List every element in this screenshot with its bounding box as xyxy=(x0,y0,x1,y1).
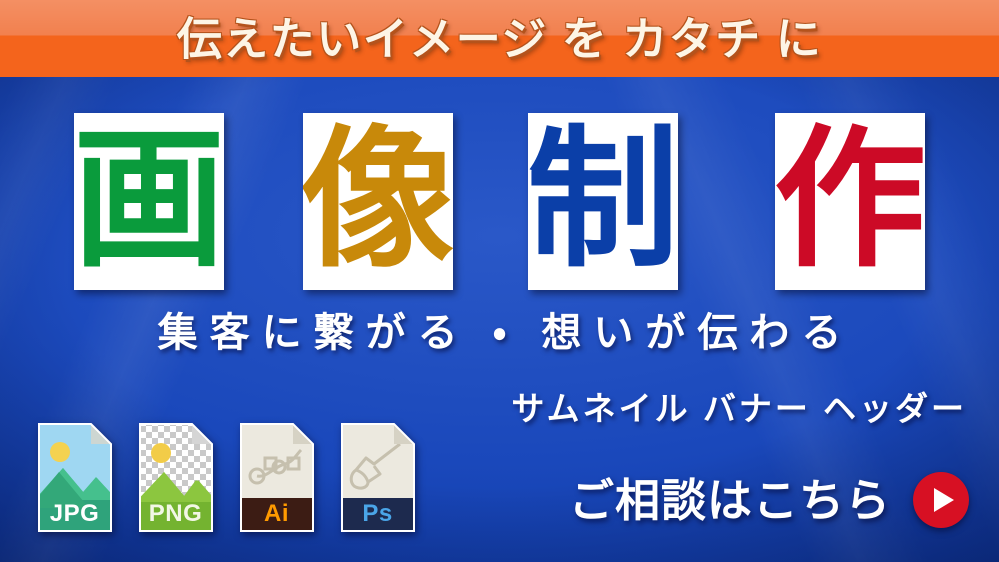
headline-text: 伝えたいイメージ を カタチ に xyxy=(176,13,823,64)
cta-text: ご相談はこちら xyxy=(568,474,891,526)
png-file-icon: PNG xyxy=(134,420,217,535)
service-types-text: サムネイル バナー ヘッダー xyxy=(511,390,967,427)
kanji-card-3: 制 xyxy=(528,113,678,290)
ai-file-icon: Ai xyxy=(235,420,318,535)
ai-label: Ai xyxy=(264,500,289,527)
tagline-text: 集客に繋がる ・ 想いが伝わる xyxy=(157,311,854,355)
kanji-card-2: 像 xyxy=(303,113,453,290)
kanji-char-2: 像 xyxy=(303,113,453,288)
kanji-char-4: 作 xyxy=(775,113,925,288)
ps-file-icon: Ps xyxy=(336,420,419,535)
play-triangle-icon xyxy=(933,488,954,512)
headline-bar: 伝えたいイメージ を カタチ に xyxy=(0,0,999,77)
cta-row[interactable]: ご相談はこちら xyxy=(569,472,969,528)
kanji-char-3: 制 xyxy=(528,113,678,288)
file-format-icons: JPG PNG Ai Ps xyxy=(33,420,419,535)
kanji-card-4: 作 xyxy=(775,113,925,290)
kanji-card-1: 画 xyxy=(74,113,224,290)
jpg-file-icon: JPG xyxy=(33,420,116,535)
ps-label: Ps xyxy=(362,500,393,527)
kanji-char-1: 画 xyxy=(74,113,224,288)
png-label: PNG xyxy=(148,500,203,527)
play-button[interactable] xyxy=(913,472,969,528)
banner-image: 伝えたいイメージ を カタチ に 画 像 制 作 集客に繋がる ・ 想いが伝わる… xyxy=(0,0,999,562)
jpg-label: JPG xyxy=(49,500,100,527)
